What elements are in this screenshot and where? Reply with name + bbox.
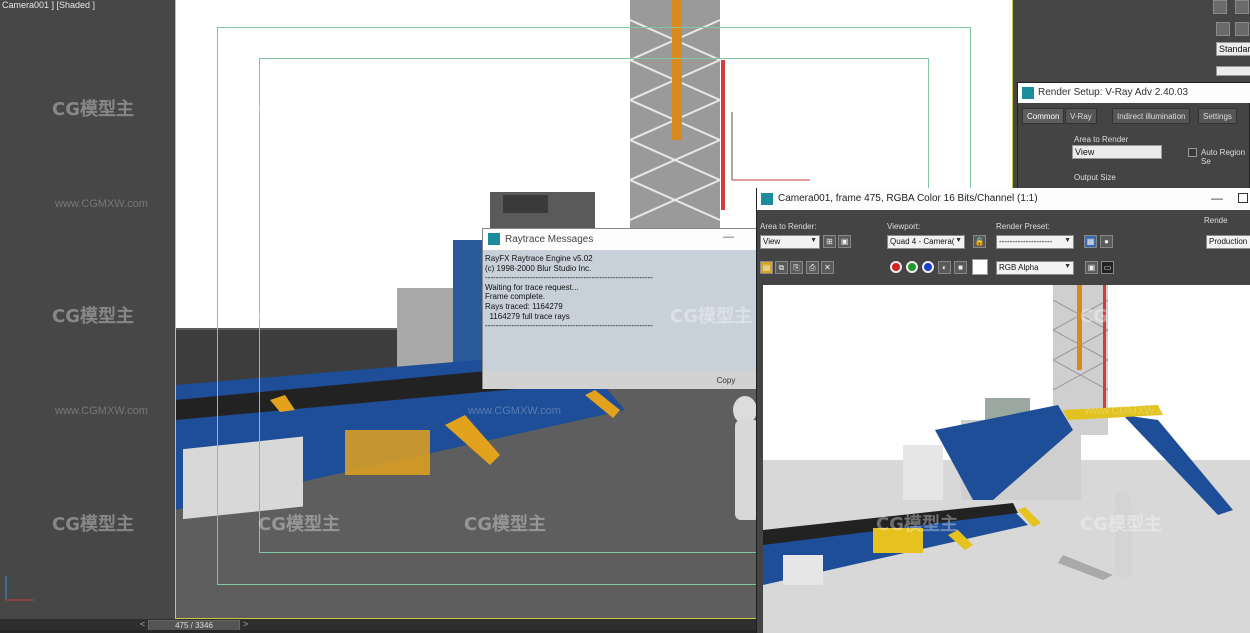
clear-icon[interactable]: ✕: [821, 261, 834, 274]
area-to-render-label: Area to Render: [1074, 135, 1129, 144]
tab-settings[interactable]: Settings: [1198, 108, 1237, 124]
toggle-ui-overlay-icon[interactable]: ▭: [1101, 261, 1114, 274]
tool-icon[interactable]: [1235, 0, 1249, 14]
watermark-logo: CG模型主: [876, 306, 958, 327]
watermark-logo: CG模型主: [876, 514, 958, 535]
next-frame-button[interactable]: >: [243, 619, 248, 629]
print-icon[interactable]: ⎙: [806, 261, 819, 274]
axis-tripod-icon: [5, 576, 34, 601]
shapes-icon[interactable]: [1235, 22, 1249, 36]
watermark-url: www.CGMXW.com: [55, 405, 148, 417]
display-channel-dropdown[interactable]: RGB Alpha ▼: [996, 261, 1074, 275]
clone-window-icon[interactable]: ⧉: [775, 261, 788, 274]
minimize-button[interactable]: —: [1211, 191, 1223, 205]
render-setup-icon[interactable]: ▦: [1084, 235, 1097, 248]
watermark-logo: CG模型主: [1080, 306, 1162, 327]
maximize-button[interactable]: [1238, 193, 1248, 203]
render-setup-titlebar[interactable]: Render Setup: V-Ray Adv 2.40.03: [1018, 83, 1250, 103]
watermark-url: www.CGMXW.com: [880, 405, 973, 417]
blue-channel-toggle[interactable]: [922, 261, 934, 273]
sphere-icon[interactable]: [1216, 22, 1230, 36]
app-logo-icon: [1022, 87, 1034, 99]
panel-field[interactable]: [1216, 66, 1250, 76]
raytrace-title: Raytrace Messages: [505, 234, 594, 245]
log-line: Frame complete.: [485, 292, 546, 302]
render-mode-dropdown[interactable]: Production: [1206, 235, 1250, 249]
area-to-render-label: Area to Render:: [760, 222, 817, 231]
display-channel-value: RGB Alpha: [999, 263, 1039, 272]
tab-indirect-illumination[interactable]: Indirect illumination: [1112, 108, 1191, 124]
viewport-value: Quad 4 - Camera(: [890, 237, 955, 246]
watermark-url: www.CGMXW.com: [55, 198, 148, 210]
render-setup-window[interactable]: Render Setup: V-Ray Adv 2.40.03 Common V…: [1017, 82, 1250, 202]
frame-buffer-titlebar[interactable]: Camera001, frame 475, RGBA Color 16 Bits…: [757, 188, 1250, 210]
frame-buffer-title: Camera001, frame 475, RGBA Color 16 Bits…: [778, 193, 1038, 204]
area-to-render-value: View: [763, 237, 781, 246]
raytrace-footer: Copy: [483, 371, 756, 389]
red-channel-toggle[interactable]: [890, 261, 902, 273]
app-logo-icon: [488, 233, 500, 245]
watermark-url: www.CGMXW.com: [1085, 405, 1178, 417]
render-setup-title: Render Setup: V-Ray Adv 2.40.03: [1038, 87, 1189, 98]
copy-image-icon[interactable]: ⎘: [790, 261, 803, 274]
app-logo-icon: [761, 193, 773, 205]
tab-common[interactable]: Common: [1022, 108, 1065, 124]
swatch-color[interactable]: [972, 259, 988, 275]
copy-button[interactable]: Copy: [701, 374, 751, 387]
log-line: (c) 1998-2000 Blur Studio Inc.: [485, 263, 592, 273]
log-line: ----------------------------------------…: [485, 273, 653, 283]
log-line: RayFX Raytrace Engine v5.02: [485, 254, 593, 263]
render-preset-label: Render Preset:: [996, 222, 1050, 231]
standard-dropdown[interactable]: Standard: [1216, 42, 1250, 56]
auto-region-icon[interactable]: ▣: [838, 235, 851, 248]
auto-region-label: Auto Region Se: [1201, 148, 1246, 166]
toggle-ui-icon[interactable]: ▣: [1085, 261, 1098, 274]
area-to-render-dropdown[interactable]: View: [1072, 145, 1162, 159]
prev-frame-button[interactable]: <: [140, 619, 145, 629]
save-image-icon[interactable]: ▤: [760, 261, 773, 274]
render-preset-dropdown[interactable]: -------------------- ▼: [996, 235, 1074, 249]
log-line: Waiting for trace request...: [485, 282, 579, 292]
watermark-url: www.CGMXW.com: [468, 405, 561, 417]
watermark-logo: CG模型主: [1080, 514, 1162, 535]
tab-vray[interactable]: V-Ray: [1065, 108, 1097, 124]
watermark-logo: CG模型主: [258, 514, 340, 535]
output-size-label: Output Size: [1074, 173, 1116, 182]
watermark-logo: CG模型主: [52, 514, 134, 535]
watermark-logo: CG模型主: [258, 306, 340, 327]
lock-icon[interactable]: 🔒: [973, 235, 986, 248]
watermark-logo: CG模型主: [258, 99, 340, 120]
viewport-dropdown[interactable]: Quad 4 - Camera(▼: [887, 235, 965, 249]
monochrome-icon[interactable]: ■: [954, 261, 967, 274]
auto-region-checkbox[interactable]: [1188, 148, 1197, 157]
area-to-render-dropdown[interactable]: View ▼: [760, 235, 820, 249]
render-preset-value: --------------------: [999, 237, 1053, 246]
area-to-render-value: View: [1075, 147, 1095, 157]
render-image: [763, 285, 1250, 633]
rendered-scene: [763, 285, 1250, 633]
edit-region-icon[interactable]: ⊞: [823, 235, 836, 248]
sun-icon[interactable]: [1213, 0, 1227, 14]
render-label: Rende: [1204, 216, 1228, 225]
watermark-logo: CG模型主: [464, 514, 546, 535]
watermark-logo: CG模型主: [52, 306, 134, 327]
environment-icon[interactable]: ●: [1100, 235, 1113, 248]
minimize-button[interactable]: —: [723, 231, 734, 243]
alpha-channel-icon[interactable]: ◐: [938, 261, 951, 274]
viewport-label[interactable]: Camera001 ] [Shaded ]: [2, 0, 95, 10]
green-channel-toggle[interactable]: [906, 261, 918, 273]
watermark-logo: CG模型主: [52, 99, 134, 120]
viewport-label: Viewport:: [887, 222, 921, 231]
watermark-logo: CG模型主: [670, 306, 752, 327]
render-mode-value: Production: [1209, 237, 1248, 246]
raytrace-titlebar[interactable]: Raytrace Messages —: [483, 229, 756, 250]
